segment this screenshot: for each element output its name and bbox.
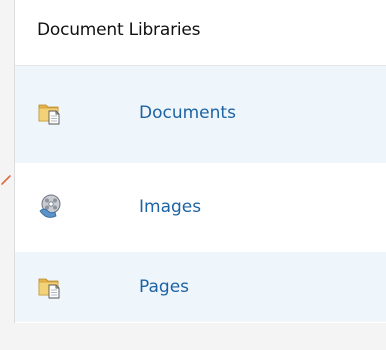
- document-library-icon: [38, 104, 60, 125]
- document-library-icon: [38, 278, 60, 299]
- library-row-documents[interactable]: Documents: [15, 66, 386, 164]
- library-link-images[interactable]: Images: [139, 197, 201, 217]
- panel-title: Document Libraries: [37, 20, 201, 40]
- page-background: Document Libraries Documents Images Page…: [0, 0, 386, 350]
- library-link-documents[interactable]: Documents: [139, 103, 236, 123]
- document-libraries-panel: Document Libraries Documents Images Page…: [14, 0, 386, 323]
- picture-library-icon: [39, 194, 61, 218]
- pointer-marker-icon: [1, 175, 11, 185]
- library-row-images[interactable]: Images: [15, 164, 386, 252]
- library-row-pages[interactable]: Pages: [15, 252, 386, 323]
- panel-header: Document Libraries: [15, 0, 386, 66]
- library-link-pages[interactable]: Pages: [139, 277, 189, 297]
